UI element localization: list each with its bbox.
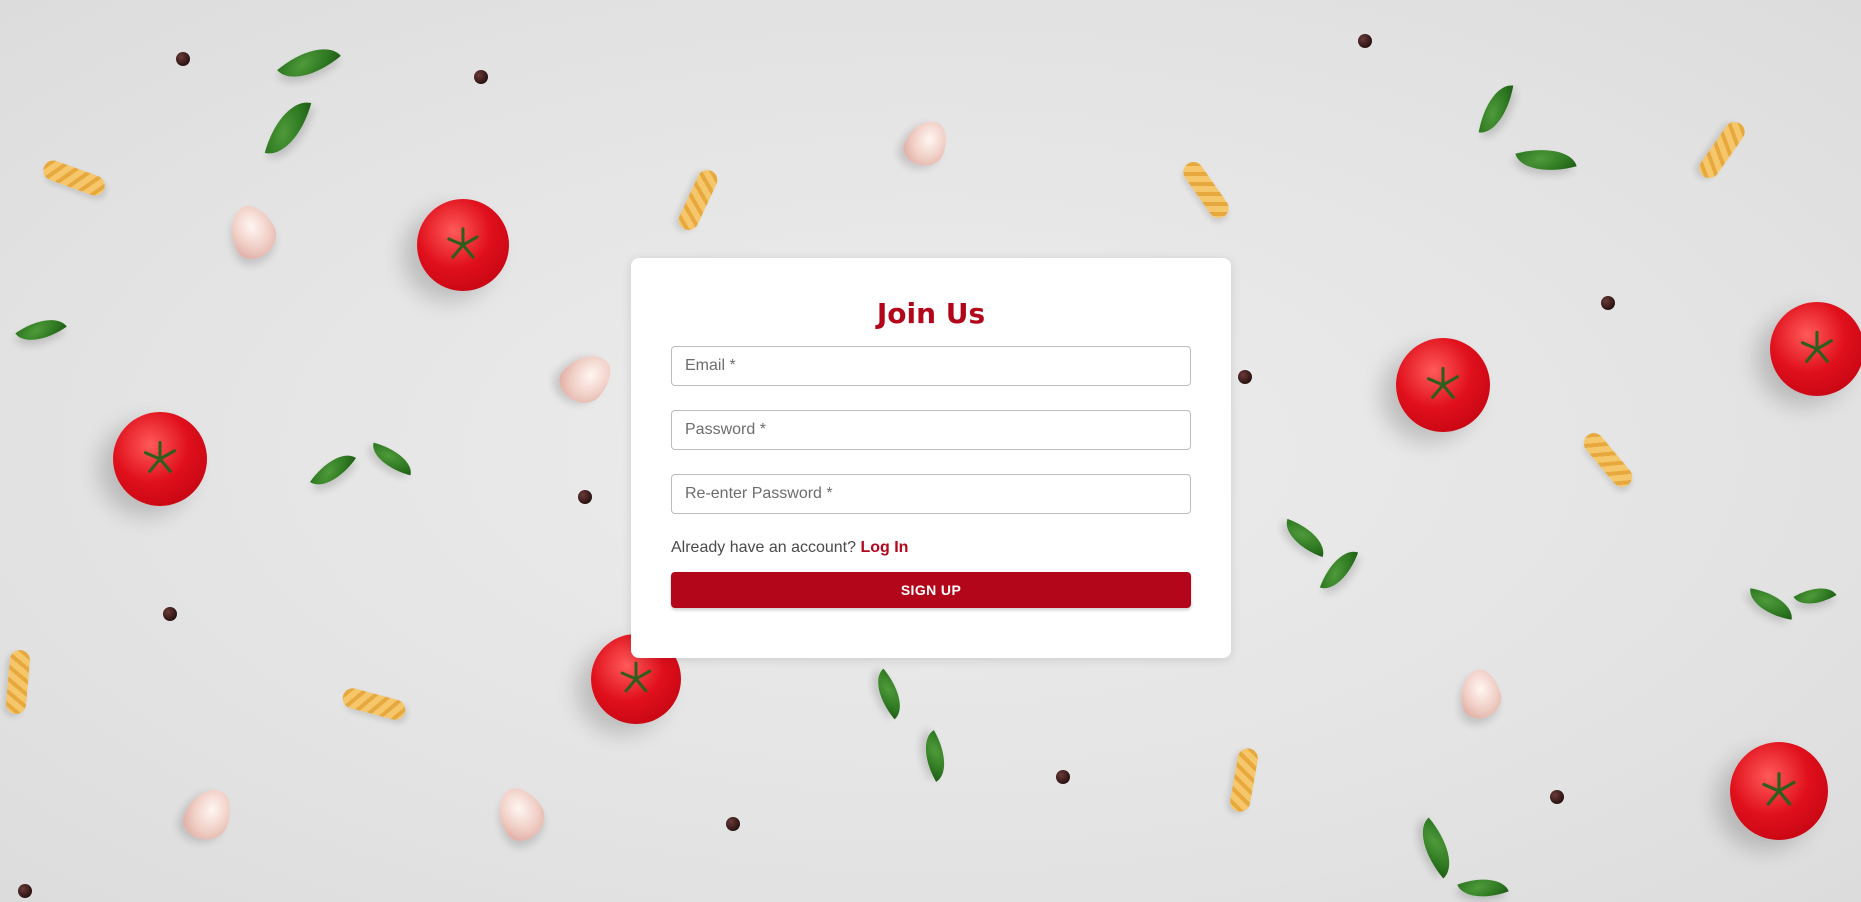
email-field-wrapper <box>671 346 1191 386</box>
basil-leaf-decoration <box>1457 868 1509 902</box>
peppercorn-decoration <box>1601 296 1615 310</box>
peppercorn-decoration <box>176 52 190 66</box>
page-title: Join Us <box>876 297 986 330</box>
login-link[interactable]: Log In <box>860 539 908 556</box>
garlic-clove-decoration <box>899 114 953 172</box>
basil-leaf-decoration <box>367 442 417 476</box>
basil-leaf-decoration <box>1515 139 1577 181</box>
signup-button[interactable]: SIGN UP <box>671 572 1191 608</box>
signup-card: Join Us Already have an account? Log In … <box>631 258 1231 658</box>
garlic-clove-decoration <box>1454 665 1506 723</box>
fusilli-decoration <box>1179 158 1233 222</box>
fusilli-decoration <box>340 686 408 722</box>
peppercorn-decoration <box>1358 34 1372 48</box>
fusilli-decoration <box>1579 429 1637 491</box>
peppercorn-decoration <box>726 817 740 831</box>
peppercorn-decoration <box>1238 370 1252 384</box>
basil-leaf-decoration <box>913 730 957 782</box>
garlic-clove-decoration <box>178 782 238 846</box>
garlic-clove-decoration <box>219 198 285 266</box>
password-field[interactable] <box>685 421 1177 439</box>
basil-leaf-decoration <box>1319 544 1359 596</box>
fusilli-decoration <box>5 649 31 715</box>
fusilli-decoration <box>40 157 108 199</box>
basil-leaf-decoration <box>309 444 357 496</box>
basil-leaf-decoration <box>1746 588 1796 620</box>
basil-leaf-decoration <box>277 32 341 94</box>
tomato-decoration <box>1770 302 1861 396</box>
basil-leaf-decoration <box>865 668 913 720</box>
basil-leaf-decoration <box>1478 81 1514 137</box>
garlic-clove-decoration <box>487 780 553 848</box>
login-prompt-line: Already have an account? Log In <box>671 538 1191 558</box>
basil-leaf-decoration <box>264 94 312 162</box>
fusilli-decoration <box>675 166 721 234</box>
peppercorn-decoration <box>474 70 488 84</box>
basil-leaf-decoration <box>15 306 67 354</box>
tomato-decoration <box>1730 742 1828 840</box>
peppercorn-decoration <box>1550 790 1564 804</box>
reenter-password-field[interactable] <box>685 485 1177 503</box>
fusilli-decoration <box>1228 746 1260 814</box>
login-prompt-text: Already have an account? <box>671 539 857 556</box>
basil-leaf-decoration <box>1407 817 1465 879</box>
password-field-wrapper <box>671 410 1191 450</box>
tomato-decoration <box>417 199 509 291</box>
garlic-clove-decoration <box>552 343 620 413</box>
basil-leaf-decoration <box>1793 577 1837 615</box>
reenter-password-field-wrapper <box>671 474 1191 514</box>
peppercorn-decoration <box>163 607 177 621</box>
tomato-decoration <box>1396 338 1490 432</box>
peppercorn-decoration <box>18 884 32 898</box>
email-field[interactable] <box>685 357 1177 375</box>
peppercorn-decoration <box>578 490 592 504</box>
fusilli-decoration <box>1695 118 1749 182</box>
tomato-decoration <box>113 412 207 506</box>
basil-leaf-decoration <box>1279 518 1331 558</box>
peppercorn-decoration <box>1056 770 1070 784</box>
